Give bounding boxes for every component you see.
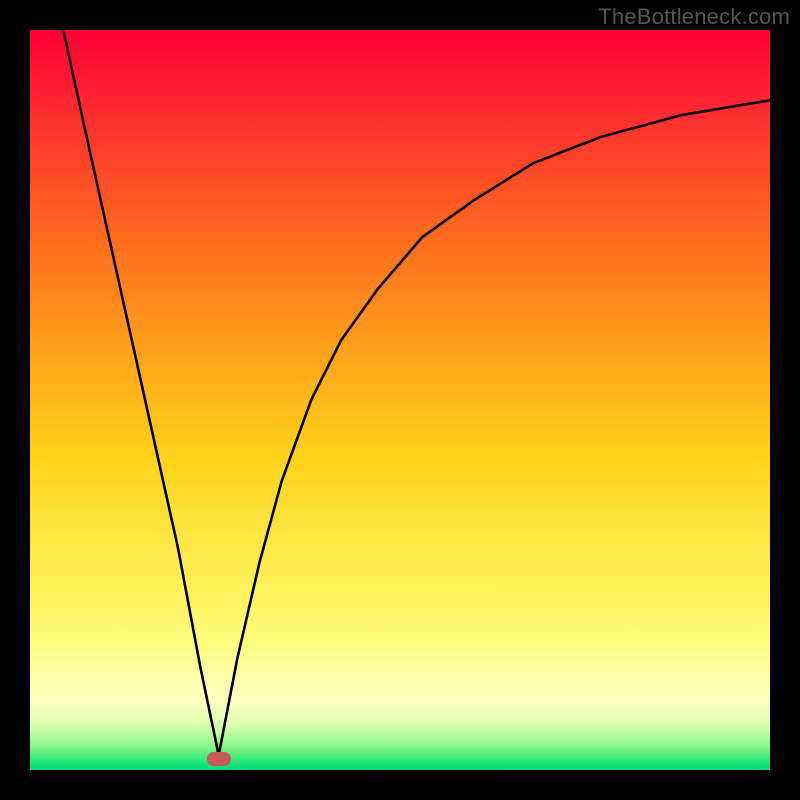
min-marker <box>207 752 231 766</box>
curve-svg <box>30 30 770 770</box>
curve-left <box>63 30 218 755</box>
plot-area <box>30 30 770 770</box>
chart-frame: TheBottleneck.com <box>0 0 800 800</box>
curve-right <box>219 100 770 755</box>
watermark-text: TheBottleneck.com <box>598 4 790 30</box>
